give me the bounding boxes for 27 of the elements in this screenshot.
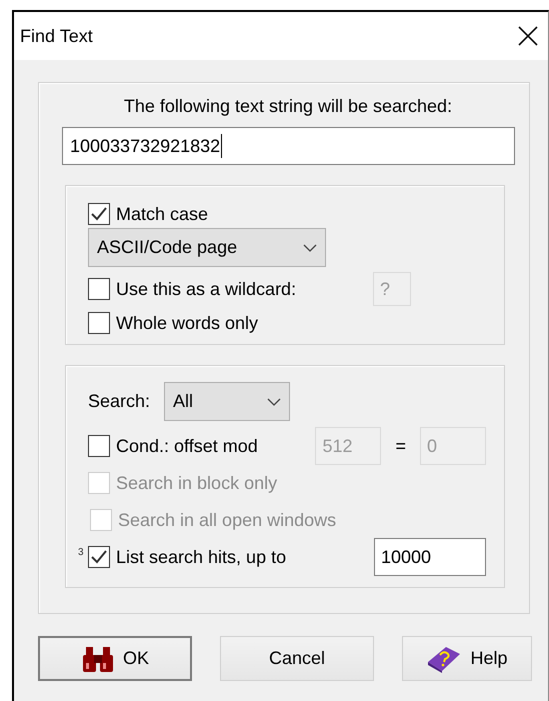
dropdown[interactable]: ASCII/Code page [88,228,326,267]
checkbox-label[interactable]: Whole words only [116,312,258,334]
dropdown[interactable]: All [164,382,290,421]
equals-sign: = [395,436,406,456]
search-text-field[interactable]: 100033732921832 [62,127,515,165]
input-field[interactable]: 10000 [374,538,486,576]
dialog-button[interactable]: Cancel [220,636,374,681]
search-text-label: The following text string will be searched: [122,96,454,117]
checkbox-label[interactable]: Match case [116,204,208,224]
binoculars-icon [80,644,115,672]
search-label: Search: [88,391,150,412]
checkbox-label[interactable]: Use this as a wildcard: [116,278,296,300]
text-cursor [221,134,222,158]
chevron-down-icon [267,398,282,406]
checkbox[interactable] [88,203,110,225]
checkbox[interactable] [88,546,110,568]
footnote-mark: 3 [78,547,85,558]
dialog-button[interactable]: OK [38,636,192,681]
checkbox-label[interactable]: List search hits, up to [116,546,286,568]
checkbox[interactable] [88,278,110,300]
chevron-down-icon [303,244,317,252]
checkbox-label[interactable]: Cond.: offset mod [116,436,258,456]
window-title: Find Text [20,26,94,46]
close-icon[interactable] [518,26,538,46]
checkbox[interactable] [88,312,110,334]
checkbox[interactable] [88,435,110,457]
dialog-button[interactable]: Help [402,636,532,681]
